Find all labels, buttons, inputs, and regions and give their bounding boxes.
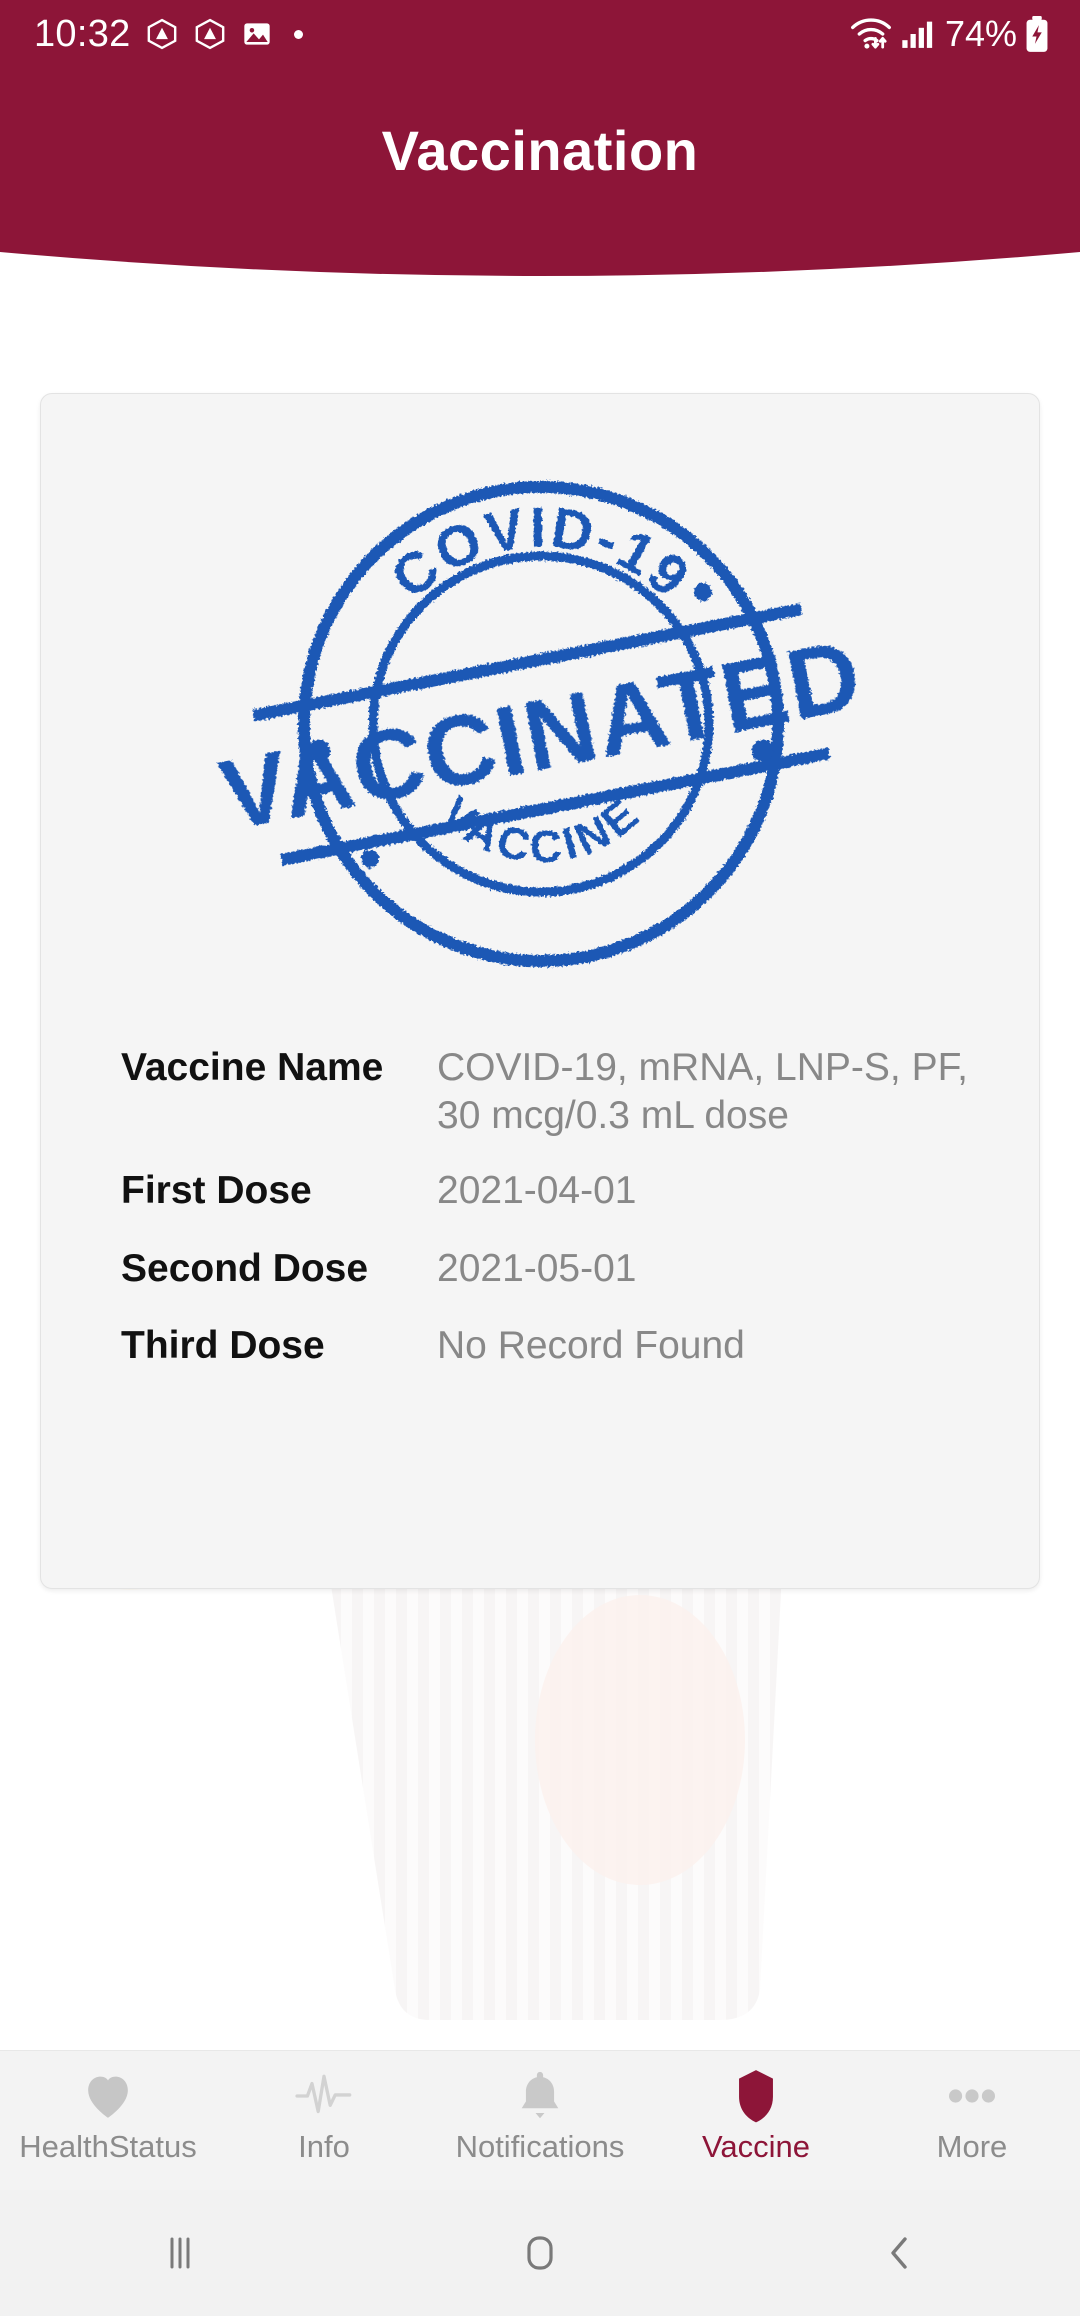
pulse-wave-icon [295, 2065, 353, 2127]
wifi-icon [850, 18, 891, 49]
tab-label: Info [298, 2129, 350, 2164]
status-bar-left: 10:32 [34, 15, 303, 53]
battery-percent-label: 74% [944, 13, 1017, 54]
adobe-triangle-icon [195, 18, 224, 50]
tab-vaccine[interactable]: Vaccine [648, 2051, 864, 2191]
back-chevron-icon [891, 2237, 907, 2269]
heart-icon [79, 2065, 137, 2127]
detail-row-vaccine-name: Vaccine Name COVID-19, mRNA, LNP-S, PF, … [121, 1044, 981, 1139]
detail-row-second-dose: Second Dose 2021-05-01 [121, 1245, 981, 1293]
tab-label: Vaccine [702, 2129, 810, 2164]
vaccination-card: COVID-19 VACCINE VACCINATED Vaccine Name… [40, 393, 1040, 1589]
tab-label: HealthStatus [19, 2129, 197, 2164]
cellular-signal-icon [902, 21, 933, 48]
vaccinated-stamp: COVID-19 VACCINE VACCINATED [41, 404, 1039, 1014]
shield-icon [730, 2065, 782, 2127]
detail-value: COVID-19, mRNA, LNP-S, PF, 30 mcg/0.3 mL… [437, 1046, 968, 1137]
tab-health-status[interactable]: HealthStatus [0, 2051, 216, 2191]
covid-vaccinated-stamp-graphic: COVID-19 VACCINE VACCINATED [212, 481, 871, 967]
detail-row-third-dose: Third Dose No Record Found [121, 1322, 981, 1370]
detail-label: Second Dose [121, 1246, 369, 1290]
detail-label: Third Dose [121, 1324, 325, 1368]
detail-value: No Record Found [437, 1324, 745, 1368]
vaccination-details-list: Vaccine Name COVID-19, mRNA, LNP-S, PF, … [121, 1044, 981, 1370]
adobe-triangle-icon [147, 18, 176, 50]
tab-label: More [936, 2129, 1008, 2164]
bell-icon [512, 2065, 568, 2127]
bottom-tab-bar: HealthStatus Info Notifications Vaccine … [0, 2050, 1080, 2190]
page-title: Vaccination [381, 119, 699, 182]
gallery-image-icon [243, 23, 270, 45]
app-header: 10:32 74% Vaccination [0, 0, 1080, 300]
tab-more[interactable]: More [864, 2051, 1080, 2191]
detail-label: Vaccine Name [121, 1046, 384, 1089]
app-root: 10:32 74% Vaccination COVID-19 VACCINE V… [0, 0, 1080, 2316]
recents-icon [170, 2237, 190, 2269]
three-dots-icon [943, 2065, 1001, 2127]
detail-value: 2021-05-01 [437, 1246, 637, 1290]
tab-notifications[interactable]: Notifications [432, 2051, 648, 2191]
status-bar: 10:32 74% [0, 0, 1080, 68]
tab-label: Notifications [455, 2129, 625, 2164]
back-button[interactable] [720, 2190, 1080, 2316]
android-system-nav [0, 2190, 1080, 2316]
battery-charging-icon [1026, 15, 1048, 52]
home-icon [527, 2236, 553, 2270]
recents-button[interactable] [0, 2190, 360, 2316]
notification-dot-icon [293, 29, 303, 39]
status-time: 10:32 [34, 13, 131, 55]
tab-info[interactable]: Info [216, 2051, 432, 2191]
detail-label: First Dose [121, 1169, 312, 1213]
detail-value: 2021-04-01 [437, 1169, 637, 1213]
detail-row-first-dose: First Dose 2021-04-01 [121, 1167, 981, 1215]
status-bar-right: 74% [849, 15, 1050, 53]
home-button[interactable] [360, 2190, 720, 2316]
